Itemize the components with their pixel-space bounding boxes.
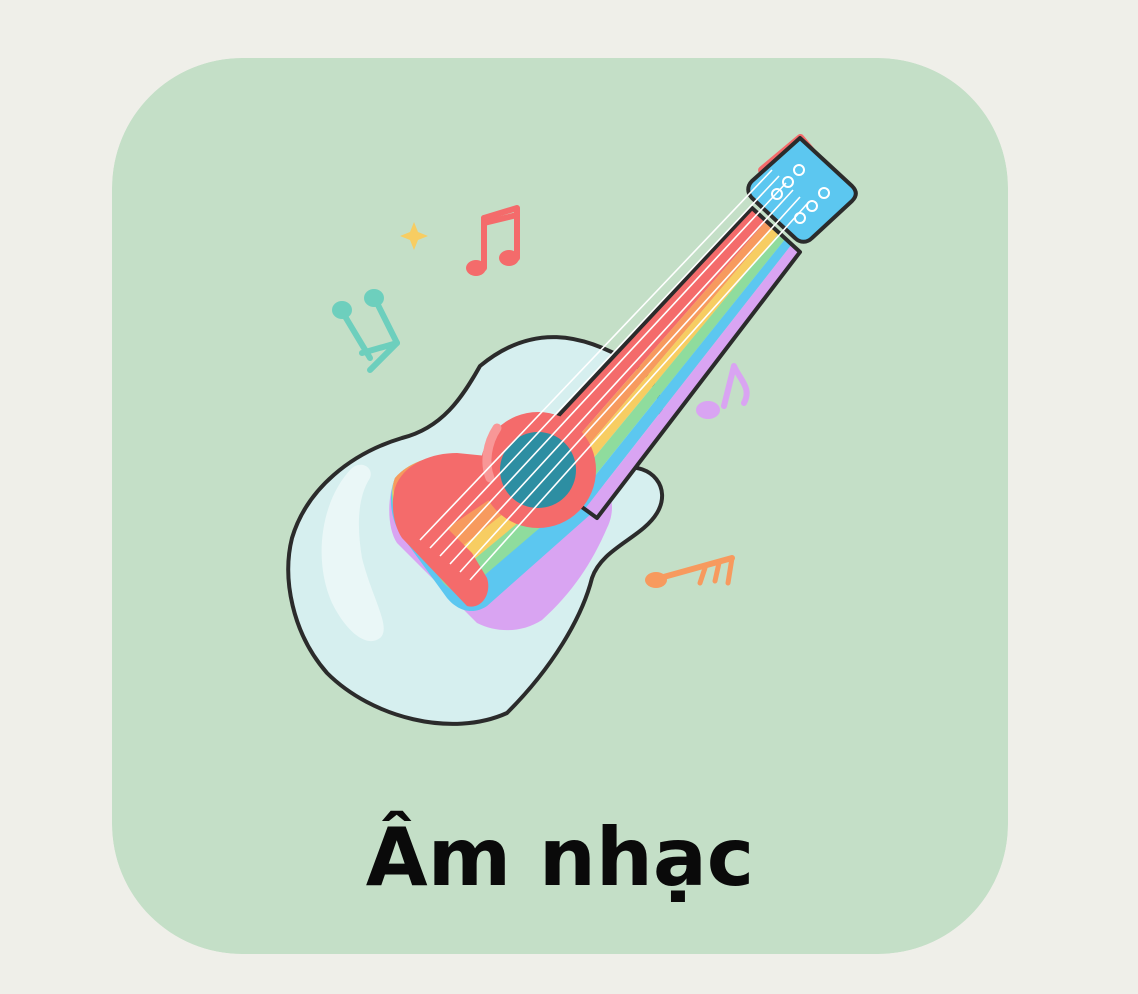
category-label: Âm nhạc [365, 811, 755, 904]
music-category-card[interactable]: Âm nhạc [112, 58, 1008, 954]
